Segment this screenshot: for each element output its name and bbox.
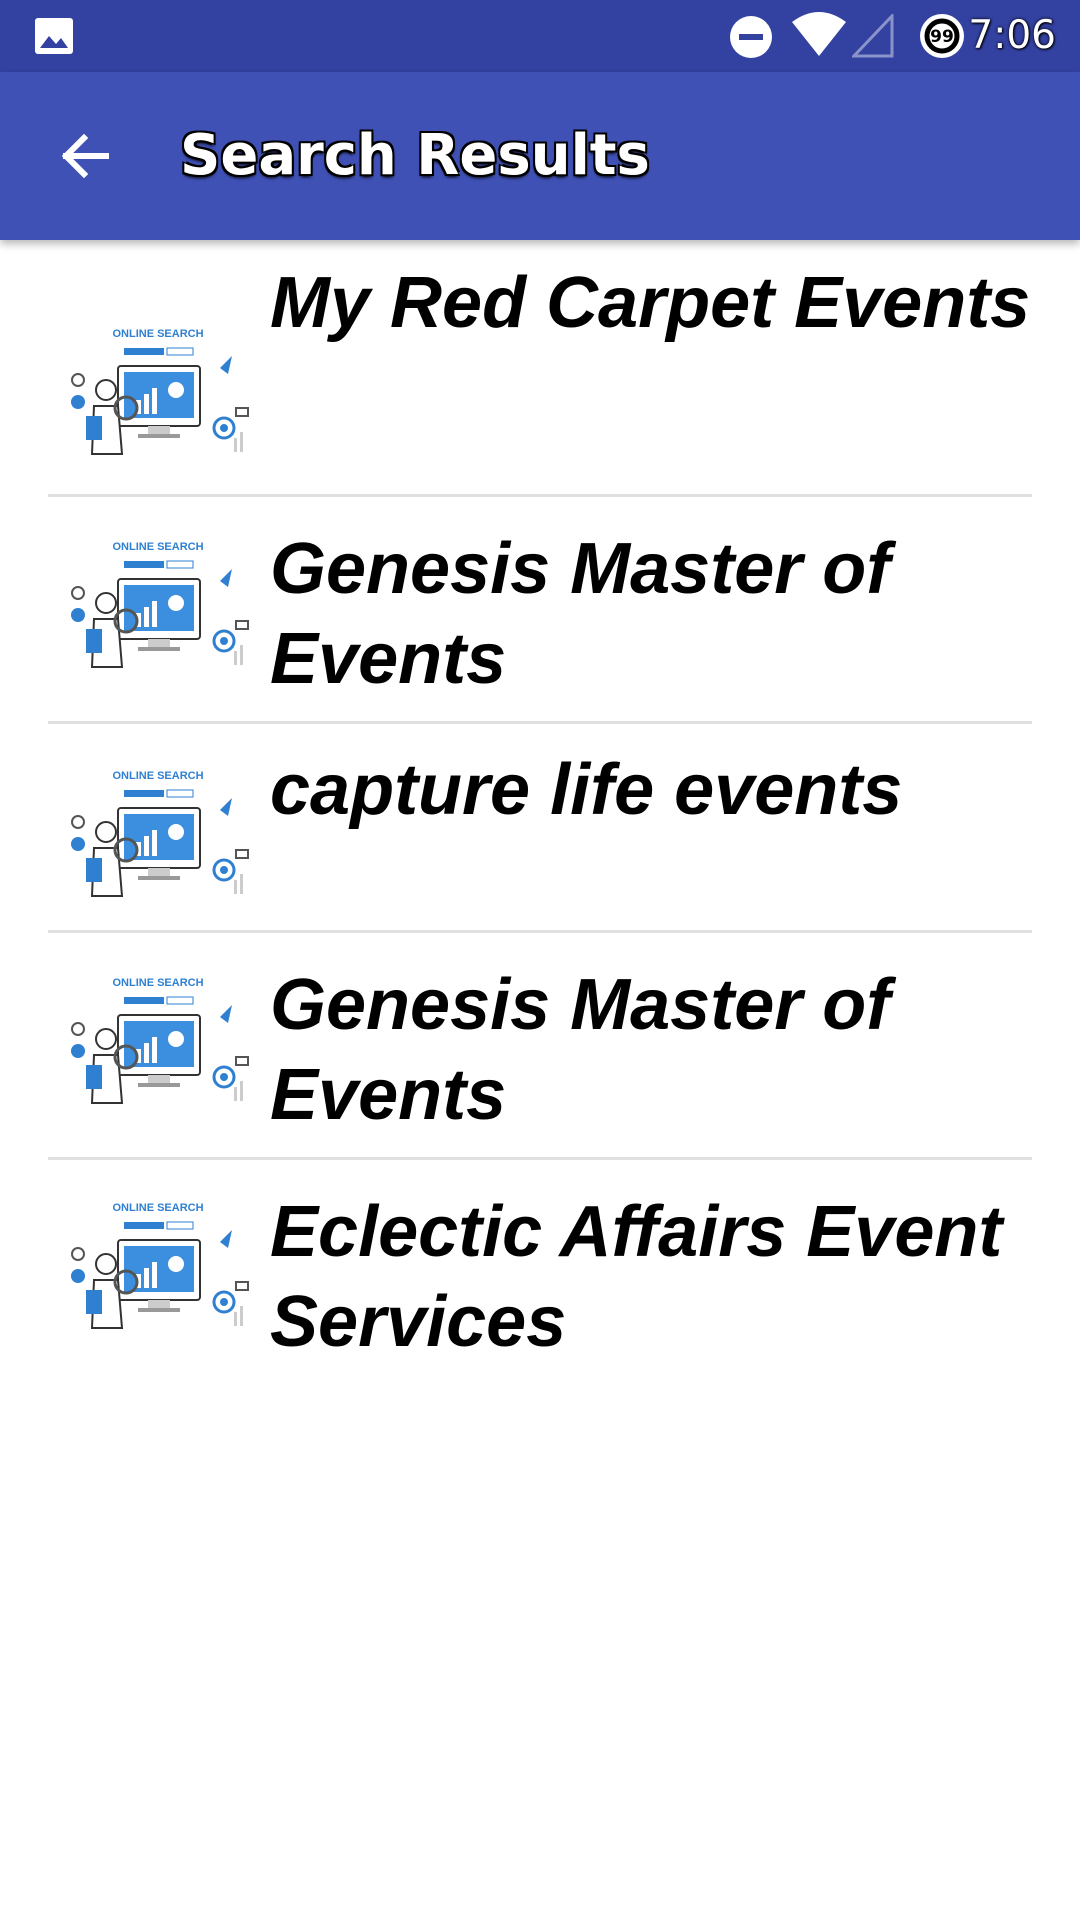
back-button[interactable] — [40, 112, 128, 200]
online-search-thumbnail: ONLINE SEARCH — [64, 535, 252, 675]
thumb-caption: ONLINE SEARCH — [112, 328, 203, 340]
thumb-caption: ONLINE SEARCH — [112, 770, 203, 782]
do-not-disturb-icon — [730, 16, 772, 58]
list-item[interactable]: ONLINE SEARCH Genesis Master of Events — [48, 933, 1032, 1157]
list-item[interactable]: ONLINE SEARCH Genesis Master of Events — [48, 497, 1032, 721]
page-title: Search Results — [180, 123, 650, 188]
online-search-thumbnail: ONLINE SEARCH — [64, 1196, 252, 1336]
battery-icon: 99 — [920, 14, 964, 58]
list-item[interactable]: ONLINE SEARCH Eclectic Affairs Event Ser… — [48, 1160, 1032, 1400]
thumb-caption: ONLINE SEARCH — [112, 541, 203, 553]
list-item[interactable]: ONLINE SEARCH My Red Carpet Events — [48, 240, 1032, 496]
result-title: My Red Carpet Events — [270, 263, 1031, 343]
thumb-caption: ONLINE SEARCH — [112, 977, 203, 989]
clock: 7:06 — [968, 13, 1056, 58]
wifi-icon — [792, 12, 846, 56]
status-bar: 99 7:06 — [0, 0, 1080, 72]
result-title: capture life events — [270, 750, 903, 830]
gallery-icon — [35, 18, 73, 54]
thumb-caption: ONLINE SEARCH — [112, 1202, 203, 1214]
result-title: Eclectic Affairs Event Services — [270, 1192, 1003, 1362]
app-bar: Search Results — [0, 72, 1080, 240]
online-search-thumbnail: ONLINE SEARCH — [64, 971, 252, 1111]
cellular-signal-icon — [852, 14, 894, 58]
list-item[interactable]: ONLINE SEARCH capture life events — [48, 724, 1032, 930]
arrow-back-icon — [61, 133, 109, 179]
result-title: Genesis Master of Events — [270, 529, 891, 699]
online-search-thumbnail: ONLINE SEARCH — [64, 764, 252, 904]
online-search-thumbnail: ONLINE SEARCH — [64, 322, 252, 462]
result-title: Genesis Master of Events — [270, 965, 891, 1135]
battery-level: 99 — [930, 27, 954, 47]
